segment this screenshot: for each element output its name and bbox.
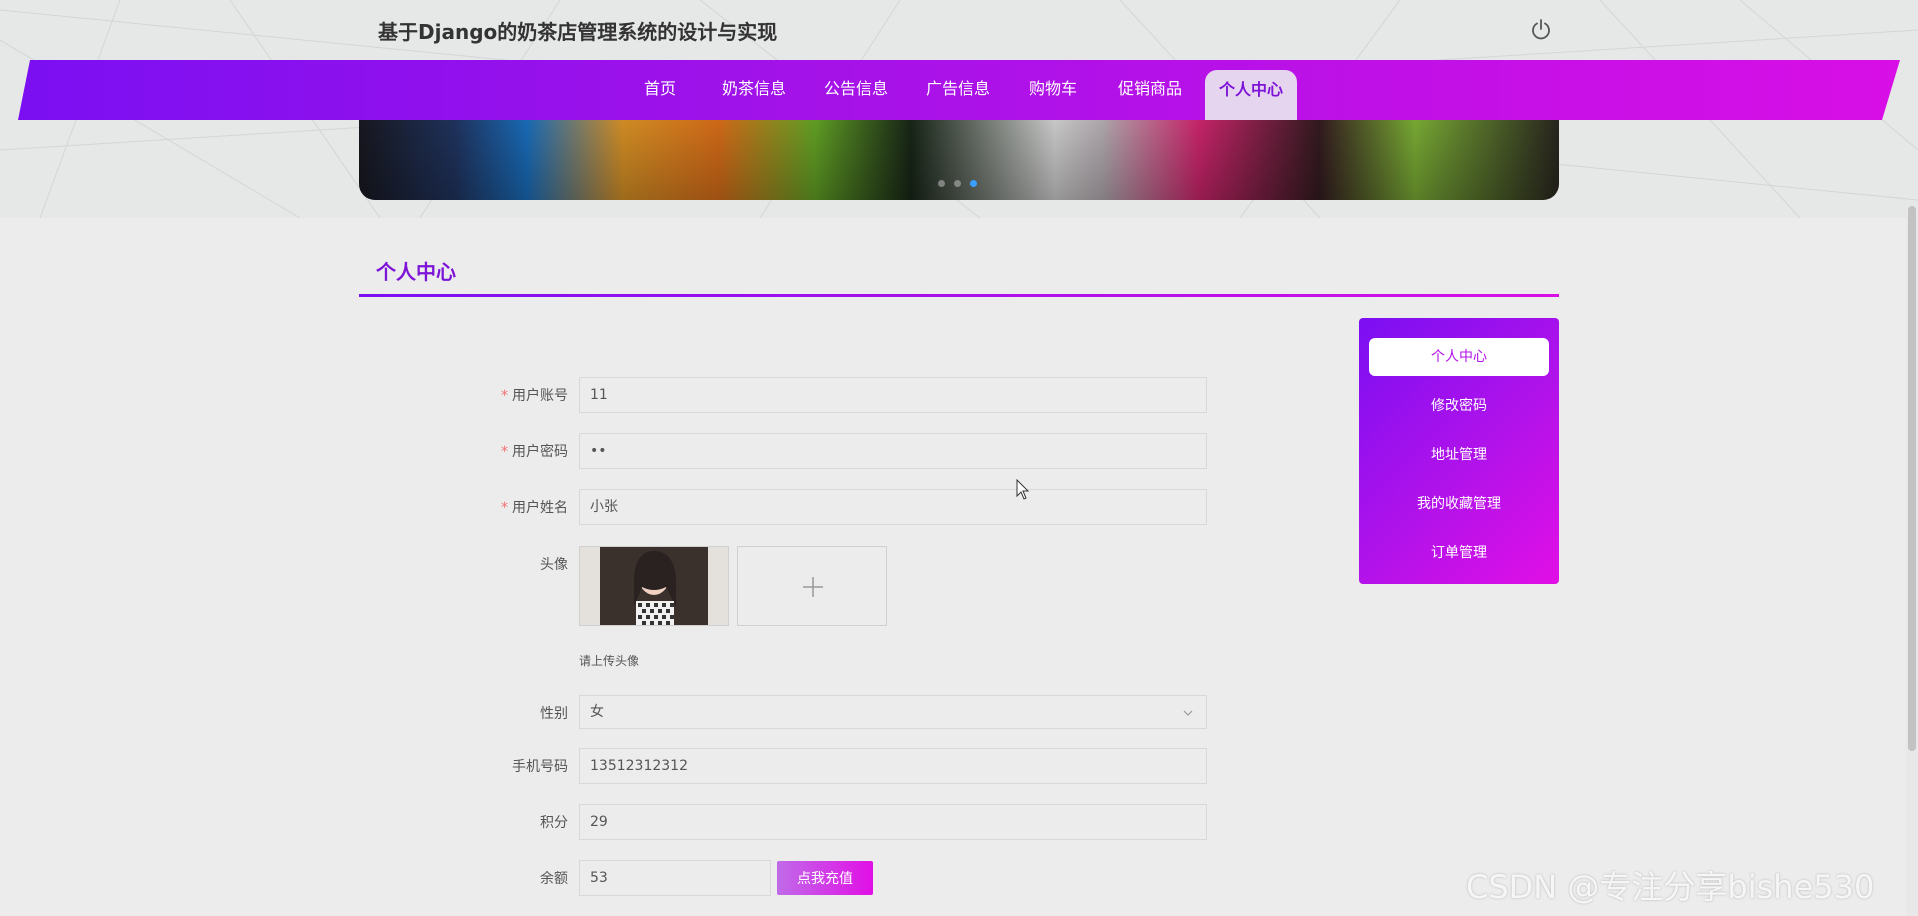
banner-carousel[interactable] (359, 120, 1559, 200)
balance-label: 余额 (540, 871, 568, 887)
nav-item-milktea[interactable]: 奶茶信息 (716, 60, 792, 120)
gender-select[interactable]: 女 (579, 695, 1207, 729)
avatar-preview[interactable] (579, 546, 729, 626)
password-input[interactable]: •• (579, 433, 1207, 469)
side-item-profile[interactable]: 个人中心 (1369, 338, 1549, 376)
nav-item-notices[interactable]: 公告信息 (818, 60, 894, 120)
password-label: * 用户密码 (501, 444, 568, 460)
account-input[interactable]: 11 (579, 377, 1207, 413)
nav-item-home[interactable]: 首页 (628, 60, 692, 120)
points-input[interactable]: 29 (579, 804, 1207, 840)
plus-icon (803, 577, 823, 597)
nav-item-profile[interactable]: 个人中心 (1205, 70, 1297, 120)
carousel-dot[interactable] (938, 180, 945, 187)
side-menu: 个人中心 修改密码 地址管理 我的收藏管理 订单管理 (1359, 318, 1559, 584)
name-label: * 用户姓名 (501, 500, 568, 516)
balance-input[interactable]: 53 (579, 860, 771, 896)
scrollbar-thumb[interactable] (1908, 206, 1916, 751)
phone-label: 手机号码 (512, 759, 568, 775)
required-mark: * (501, 444, 508, 460)
avatar-upload-button[interactable] (737, 546, 887, 626)
nav-menu: 首页 奶茶信息 公告信息 广告信息 购物车 促销商品 个人中心 (0, 60, 1918, 120)
avatar-hint: 请上传头像 (579, 654, 640, 668)
side-item-change-password[interactable]: 修改密码 (1369, 387, 1549, 425)
nav-item-promotions[interactable]: 促销商品 (1112, 60, 1188, 120)
side-item-orders[interactable]: 订单管理 (1369, 534, 1549, 572)
section-divider (359, 294, 1559, 297)
gender-selected-value: 女 (590, 704, 604, 720)
watermark: CSDN @专注分享bishe530 (1466, 868, 1875, 906)
gender-label: 性别 (540, 706, 568, 722)
nav-item-cart[interactable]: 购物车 (1020, 60, 1086, 120)
points-label: 积分 (540, 815, 568, 831)
section-title: 个人中心 (376, 260, 456, 284)
power-icon[interactable] (1529, 18, 1553, 42)
carousel-shade (359, 120, 1559, 200)
carousel-dot-active[interactable] (970, 180, 977, 187)
phone-input[interactable]: 13512312312 (579, 748, 1207, 784)
mouse-cursor-icon (1016, 479, 1030, 500)
recharge-button[interactable]: 点我充值 (777, 861, 873, 895)
side-item-favorites[interactable]: 我的收藏管理 (1369, 485, 1549, 523)
account-label: * 用户账号 (501, 388, 568, 404)
side-item-address[interactable]: 地址管理 (1369, 436, 1549, 474)
site-title: 基于Django的奶茶店管理系统的设计与实现 (378, 20, 778, 44)
avatar-image (580, 547, 728, 625)
name-input[interactable]: 小张 (579, 489, 1207, 525)
required-mark: * (501, 388, 508, 404)
carousel-dot[interactable] (954, 180, 961, 187)
avatar-label: 头像 (540, 557, 568, 573)
chevron-down-icon (1183, 710, 1193, 716)
required-mark: * (501, 500, 508, 516)
nav-item-ads[interactable]: 广告信息 (920, 60, 996, 120)
